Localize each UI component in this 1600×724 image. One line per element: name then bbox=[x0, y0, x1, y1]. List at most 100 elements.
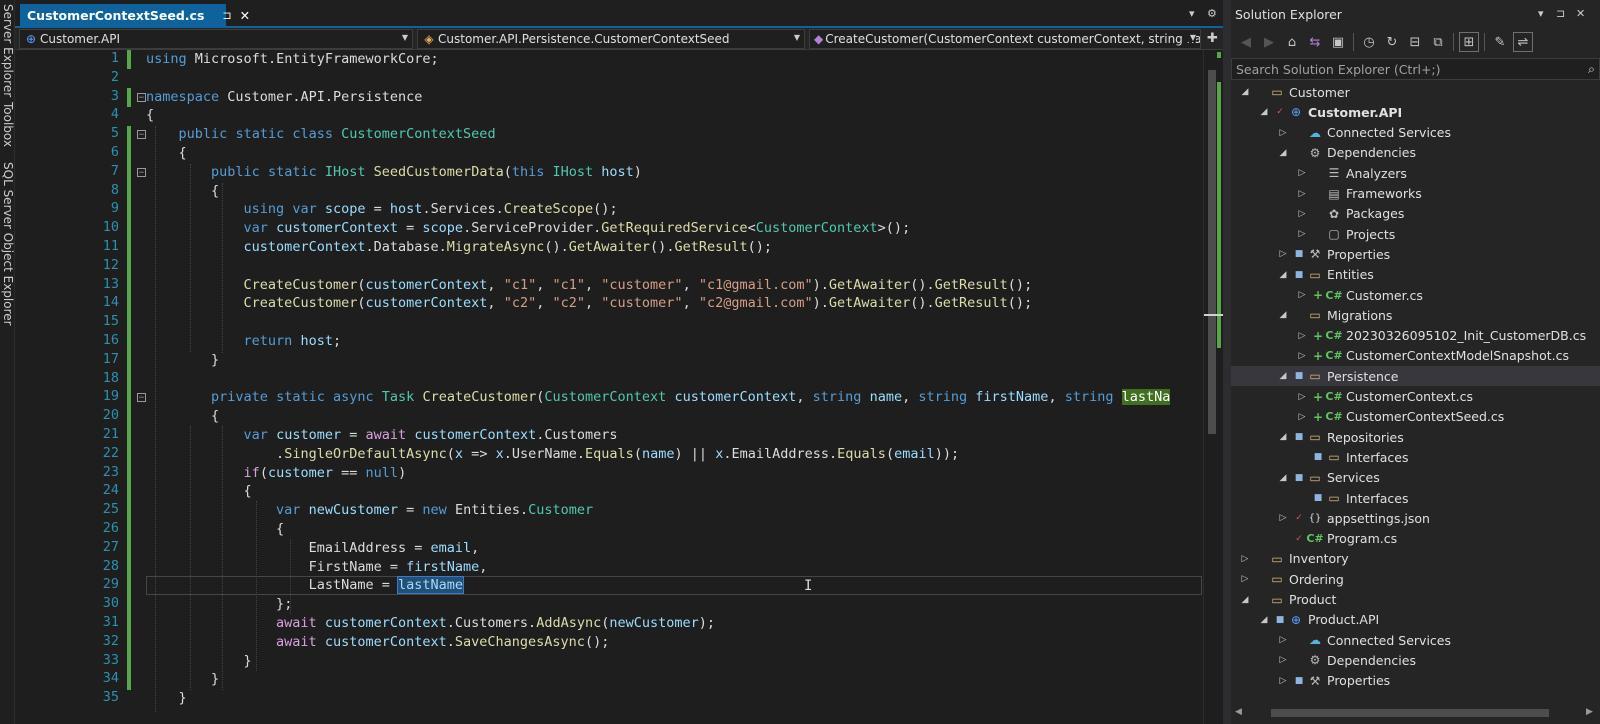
sync-icon[interactable]: ⇌ bbox=[1513, 32, 1533, 52]
code-line[interactable]: } bbox=[146, 652, 252, 671]
vertical-scrollbar[interactable] bbox=[1203, 50, 1224, 724]
tree-item[interactable]: ▷ + C# CustomerContext.cs bbox=[1231, 387, 1600, 407]
expanded-icon[interactable]: ◢ bbox=[1258, 615, 1270, 625]
expanded-icon[interactable]: ◢ bbox=[1239, 595, 1251, 605]
code-line[interactable]: } bbox=[146, 689, 187, 708]
code-line[interactable]: CreateCustomer(customerContext, "c1", "c… bbox=[146, 276, 1033, 295]
tab-list-dropdown-icon[interactable]: ▾ bbox=[1189, 7, 1195, 20]
code-line[interactable]: if(customer == null) bbox=[146, 464, 407, 483]
code-line[interactable]: private static async Task CreateCustomer… bbox=[146, 388, 1171, 407]
code-line[interactable]: return host; bbox=[146, 332, 342, 351]
tree-item[interactable]: ■ ▭ Interfaces bbox=[1231, 488, 1600, 508]
expanded-icon[interactable]: ◢ bbox=[1239, 87, 1251, 97]
search-icon[interactable]: ⌕ bbox=[1588, 61, 1595, 77]
expanded-icon[interactable]: ◢ bbox=[1277, 148, 1289, 158]
history-icon[interactable]: ◷ bbox=[1360, 33, 1378, 51]
back-icon[interactable]: ◀ bbox=[1237, 33, 1255, 51]
code-line[interactable]: } bbox=[146, 351, 219, 370]
code-line[interactable]: }; bbox=[146, 595, 292, 614]
tree-item[interactable]: ✓ C# Program.cs bbox=[1231, 529, 1600, 549]
expanded-icon[interactable]: ◢ bbox=[1277, 270, 1289, 280]
collapse-icon[interactable]: − bbox=[137, 93, 146, 103]
tree-item[interactable]: ▷ ▤ Frameworks bbox=[1231, 184, 1600, 204]
code-line[interactable]: { bbox=[146, 407, 219, 426]
tree-item[interactable]: ◢ ■ ▭ Persistence bbox=[1231, 366, 1600, 387]
code-line[interactable]: } bbox=[146, 670, 219, 689]
code-line[interactable]: using var scope = host.Services.CreateSc… bbox=[146, 200, 618, 219]
horizontal-scrollbar[interactable]: ◀ ▶ bbox=[1231, 703, 1600, 724]
refresh-icon[interactable]: ↻ bbox=[1383, 33, 1401, 51]
tree-item[interactable]: ▷ + C# CustomerContextSeed.cs bbox=[1231, 407, 1600, 427]
collapsed-icon[interactable]: ▷ bbox=[1277, 655, 1289, 665]
code-line[interactable]: using Microsoft.EntityFrameworkCore; bbox=[146, 50, 439, 69]
collapse-icon[interactable]: − bbox=[137, 130, 146, 140]
window-position-icon[interactable]: ▾ bbox=[1538, 7, 1544, 20]
collapsed-icon[interactable]: ▷ bbox=[1296, 351, 1308, 361]
project-dropdown[interactable]: ⊕ Customer.API ▼ bbox=[19, 29, 413, 49]
class-dropdown[interactable]: ◈ Customer.API.Persistence.CustomerConte… bbox=[417, 29, 805, 49]
tree-item[interactable]: ▷ ▭ Ordering bbox=[1231, 569, 1600, 589]
code-area[interactable]: − − − − 1 2 3 4 5 6 7 8 9 10 11 12 13 14 15 16 17 18 19 20 2… bbox=[15, 50, 1203, 724]
expanded-icon[interactable]: ◢ bbox=[1277, 432, 1289, 442]
split-editor-icon[interactable]: ✚ bbox=[1207, 31, 1218, 46]
tree-item[interactable]: ◢ ▭ Migrations bbox=[1231, 305, 1600, 325]
server-explorer-tab[interactable]: Server Explorer bbox=[1, 4, 15, 97]
code-line[interactable]: .SingleOrDefaultAsync(x => x.UserName.Eq… bbox=[146, 445, 959, 464]
tree-item[interactable]: ▷ ■ ⚒ Properties bbox=[1231, 244, 1600, 264]
scroll-thumb[interactable] bbox=[1208, 70, 1216, 434]
scroll-thumb[interactable] bbox=[1271, 709, 1549, 717]
code-line[interactable]: var newCustomer = new Entities.Customer bbox=[146, 501, 593, 520]
collapsed-icon[interactable]: ▷ bbox=[1277, 128, 1289, 138]
tree-item[interactable]: ▷ ✿ Packages bbox=[1231, 204, 1600, 224]
preview-icon[interactable]: ⊞ bbox=[1459, 32, 1479, 52]
collapsed-icon[interactable]: ▷ bbox=[1296, 209, 1308, 219]
code-line[interactable]: { bbox=[146, 106, 154, 125]
switch-views-icon[interactable]: ⇆ bbox=[1306, 33, 1324, 51]
expanded-icon[interactable]: ◢ bbox=[1277, 310, 1289, 320]
pin-icon[interactable]: ⊐ bbox=[222, 9, 231, 22]
collapse-icon[interactable]: − bbox=[137, 393, 146, 403]
expanded-icon[interactable]: ◢ bbox=[1277, 371, 1289, 381]
collapsed-icon[interactable]: ▷ bbox=[1296, 229, 1308, 239]
tree-item[interactable]: ◢ ⚙ Dependencies bbox=[1231, 143, 1600, 163]
home-icon[interactable]: ⌂ bbox=[1283, 33, 1301, 51]
tree-item[interactable]: ▷ + C# CustomerContextModelSnapshot.cs bbox=[1231, 346, 1600, 366]
show-all-files-icon[interactable]: ⧉ bbox=[1429, 33, 1447, 51]
tree-item[interactable]: ▷ + C# Customer.cs bbox=[1231, 285, 1600, 305]
collapsed-icon[interactable]: ▷ bbox=[1277, 676, 1289, 686]
tree-item[interactable]: ◢ ▭ Product bbox=[1231, 590, 1600, 610]
code-line[interactable]: LastName = lastName bbox=[146, 576, 465, 595]
properties-icon[interactable]: ✎ bbox=[1491, 33, 1509, 51]
code-line[interactable]: { bbox=[146, 520, 284, 539]
tree-item[interactable]: ◢ ▭ Customer bbox=[1231, 82, 1600, 102]
tree-item[interactable]: ◢ ■ ▭ Entities bbox=[1231, 265, 1600, 285]
collapse-all-icon[interactable]: ⊟ bbox=[1406, 33, 1424, 51]
scroll-right-icon[interactable]: ▶ bbox=[1586, 707, 1593, 717]
collapsed-icon[interactable]: ▷ bbox=[1296, 168, 1308, 178]
tree-item[interactable]: ▷ + C# 20230326095102_Init_CustomerDB.cs bbox=[1231, 326, 1600, 346]
code-line[interactable]: var customerContext = scope.ServiceProvi… bbox=[146, 219, 911, 238]
code-line[interactable]: FirstName = firstName, bbox=[146, 558, 488, 577]
code-line[interactable]: public static IHost SeedCustomerData(thi… bbox=[146, 163, 642, 182]
sql-server-object-explorer-tab[interactable]: SQL Server Object Explorer bbox=[1, 162, 15, 326]
collapsed-icon[interactable]: ▷ bbox=[1296, 392, 1308, 402]
tree-item[interactable]: ■ ▭ Interfaces bbox=[1231, 447, 1600, 467]
expanded-icon[interactable]: ◢ bbox=[1258, 107, 1270, 117]
tree-item[interactable]: ▷ ▢ Projects bbox=[1231, 224, 1600, 244]
tree-item[interactable]: ◢ ■ ▭ Repositories bbox=[1231, 427, 1600, 447]
auto-hide-pin-icon[interactable]: ⊐ bbox=[1556, 7, 1565, 20]
panel-splitter[interactable] bbox=[1223, 0, 1231, 724]
tree-item[interactable]: ◢ ■ ⊕ Product.API bbox=[1231, 610, 1600, 630]
expanded-icon[interactable]: ◢ bbox=[1277, 473, 1289, 483]
collapsed-icon[interactable]: ▷ bbox=[1239, 554, 1251, 564]
close-icon[interactable]: ✕ bbox=[1576, 7, 1585, 20]
code-line[interactable]: { bbox=[146, 482, 252, 501]
code-line[interactable]: namespace Customer.API.Persistence bbox=[146, 88, 422, 107]
close-icon[interactable]: ✕ bbox=[240, 8, 250, 23]
collapse-icon[interactable]: − bbox=[137, 168, 146, 178]
scroll-left-icon[interactable]: ◀ bbox=[1235, 707, 1242, 717]
solution-search-input[interactable]: Search Solution Explorer (Ctrl+;) ⌕ bbox=[1231, 58, 1600, 80]
collapsed-icon[interactable]: ▷ bbox=[1296, 189, 1308, 199]
tree-item[interactable]: ▷ ⚙ Dependencies bbox=[1231, 650, 1600, 670]
collapsed-icon[interactable]: ▷ bbox=[1296, 331, 1308, 341]
